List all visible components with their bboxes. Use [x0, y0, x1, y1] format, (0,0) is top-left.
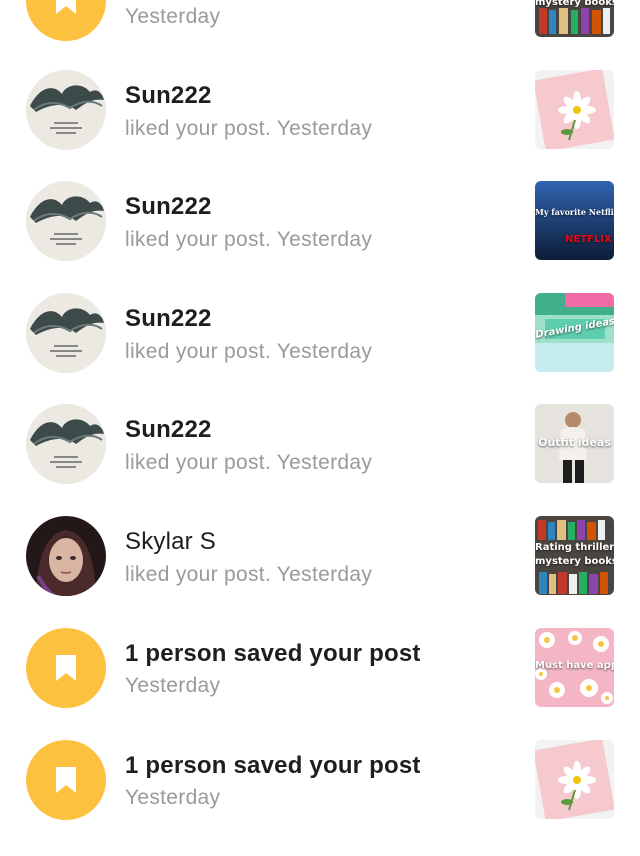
post-thumbnail[interactable]: My favorite Netflix shows NETFLIX [535, 181, 614, 260]
notification-row[interactable]: 1 person saved your post Yesterday [0, 740, 640, 851]
post-thumbnail[interactable]: mystery books [535, 0, 614, 37]
user-avatar[interactable] [26, 293, 106, 373]
notification-title: 1 person saved your post [125, 640, 421, 667]
notification-subtitle: liked your post. Yesterday [125, 117, 373, 140]
notification-row[interactable]: Skylar S liked your post. Yesterday Rati… [0, 516, 640, 627]
bookmark-icon [56, 0, 76, 14]
notification-row[interactable]: Yesterday mystery books [0, 0, 640, 72]
saved-avatar [26, 740, 106, 820]
notification-username[interactable]: Sun222 [125, 193, 212, 221]
notification-username[interactable]: Skylar S [125, 528, 216, 556]
post-thumbnail[interactable]: Drawing ideas [535, 293, 614, 372]
notification-subtitle: Yesterday [125, 786, 221, 809]
notification-row[interactable]: Sun222 liked your post. Yesterday Drawin… [0, 293, 640, 404]
post-thumbnail[interactable]: Rating thriller/ mystery books [535, 516, 614, 595]
bookmark-icon [56, 655, 76, 681]
notification-subtitle: liked your post. Yesterday [125, 451, 373, 474]
saved-avatar [26, 0, 106, 41]
notification-list: Yesterday mystery books Sun222 liked you… [0, 0, 640, 856]
notification-username[interactable]: Sun222 [125, 416, 212, 444]
user-avatar[interactable] [26, 181, 106, 261]
saved-avatar [26, 628, 106, 708]
notification-username[interactable]: Sun222 [125, 305, 212, 333]
notification-subtitle: liked your post. Yesterday [125, 228, 373, 251]
notification-subtitle: liked your post. Yesterday [125, 563, 373, 586]
user-avatar[interactable] [26, 404, 106, 484]
notification-row[interactable]: Sun222 liked your post. Yesterday Outfit… [0, 404, 640, 515]
user-avatar[interactable] [26, 516, 106, 596]
post-thumbnail[interactable]: Must have apps [535, 628, 614, 707]
notification-subtitle: Yesterday [125, 5, 221, 28]
notification-row[interactable]: 1 person saved your post Yesterday Must … [0, 628, 640, 739]
notification-row[interactable]: Sun222 liked your post. Yesterday [0, 70, 640, 181]
notification-row[interactable]: Sun222 liked your post. Yesterday My fav… [0, 181, 640, 292]
notification-subtitle: Yesterday [125, 674, 221, 697]
post-thumbnail[interactable] [535, 70, 614, 149]
notification-title: 1 person saved your post [125, 752, 421, 779]
notification-username[interactable]: Sun222 [125, 82, 212, 110]
post-thumbnail[interactable]: Outfit ideas [535, 404, 614, 483]
user-avatar[interactable] [26, 70, 106, 150]
notification-subtitle: liked your post. Yesterday [125, 340, 373, 363]
post-thumbnail[interactable] [535, 740, 614, 819]
bookmark-icon [56, 767, 76, 793]
